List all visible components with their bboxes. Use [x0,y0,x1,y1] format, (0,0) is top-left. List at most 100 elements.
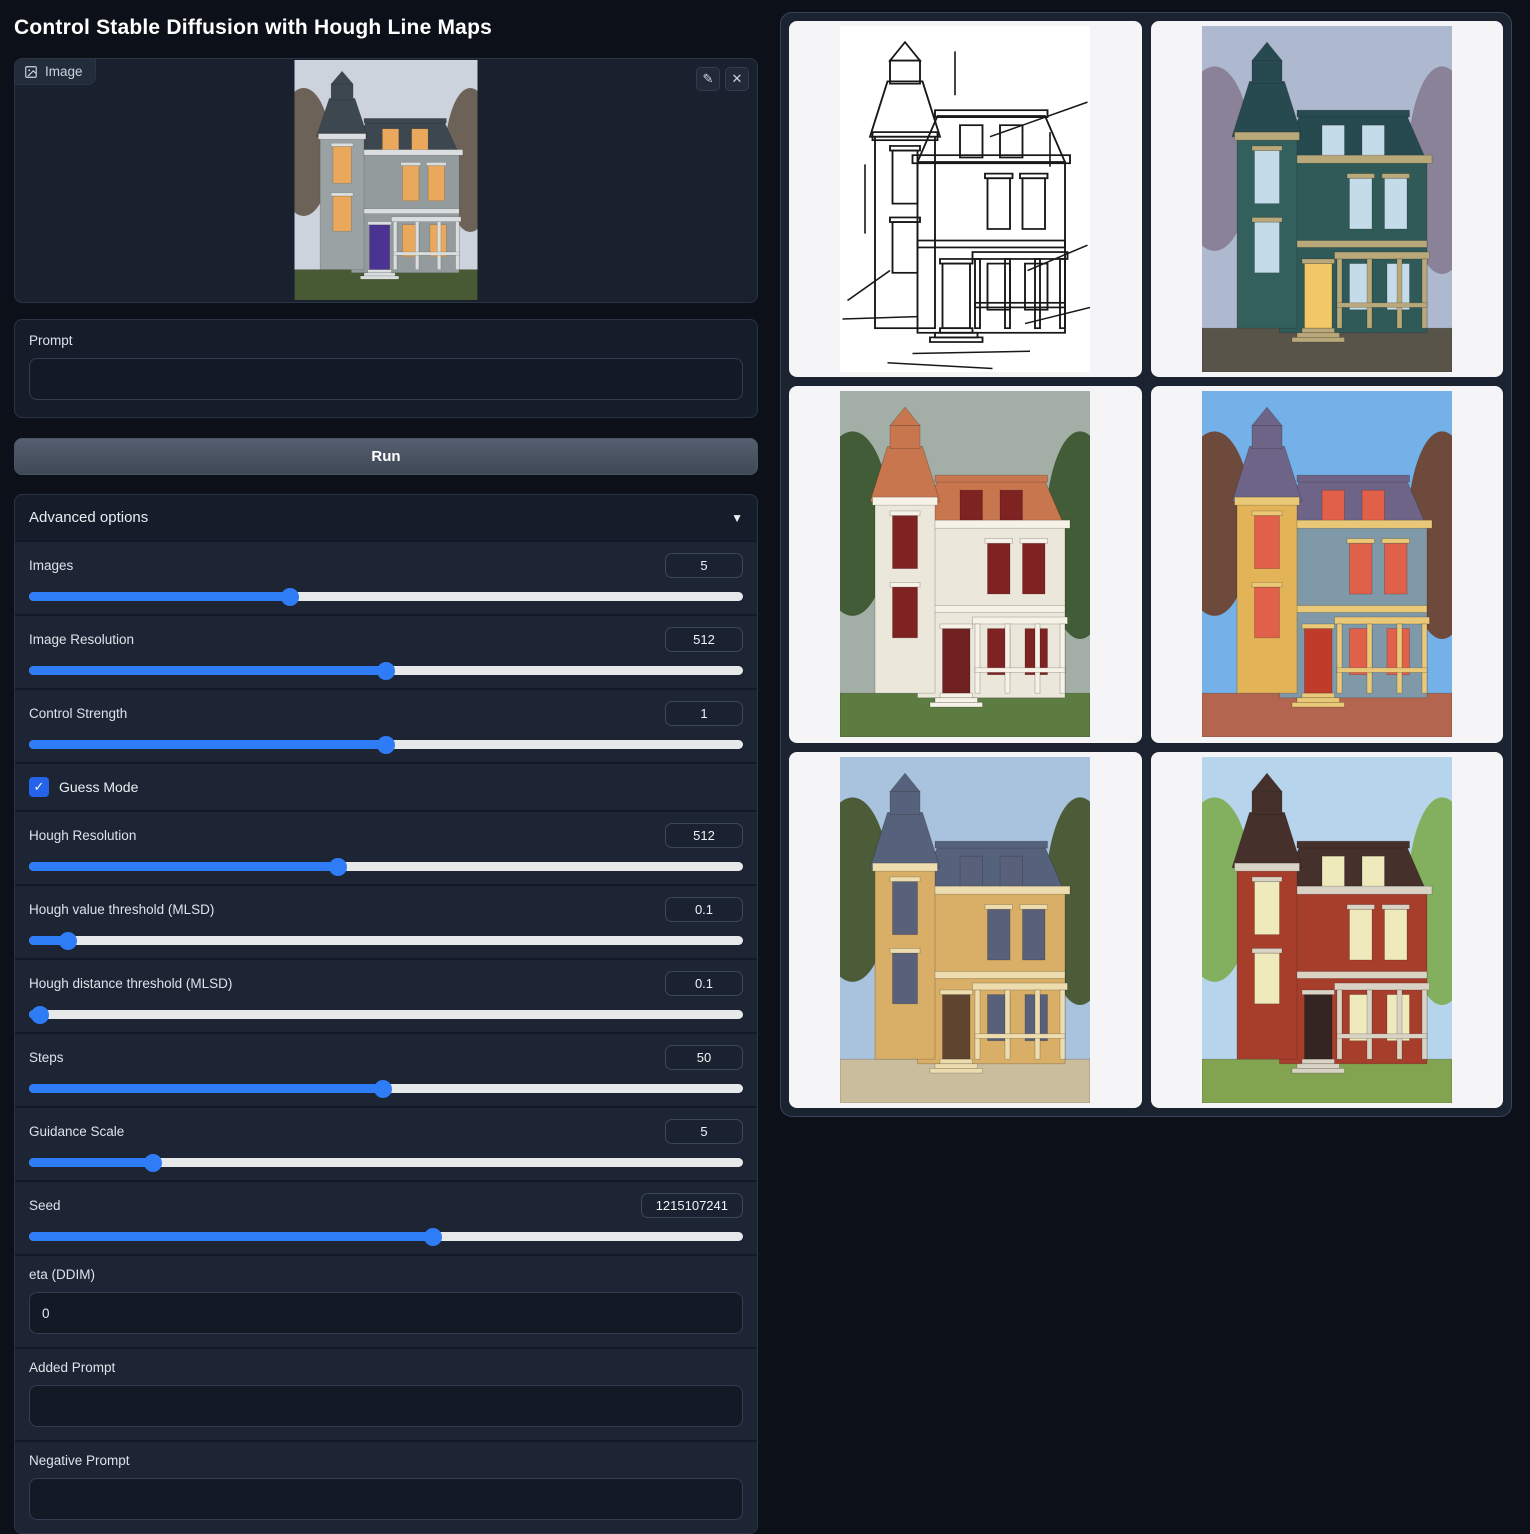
checkbox-row-guess-mode: ✓ Guess Mode [15,762,757,810]
textbox-label-eta-ddim: eta (DDIM) [29,1267,743,1282]
slider-value-control-strength[interactable]: 1 [665,701,743,726]
slider-row-seed: Seed 1215107241 [15,1180,757,1254]
slider-label-seed: Seed [29,1198,61,1213]
slider-track-images[interactable] [29,592,743,601]
run-button[interactable]: Run [14,438,758,475]
added-prompt-input[interactable] [29,1385,743,1427]
slider-fill [29,1158,153,1167]
textbox-row-added-prompt: Added Prompt [15,1347,757,1440]
slider-head: Seed 1215107241 [29,1193,743,1218]
slider-handle-control-strength[interactable] [377,736,395,754]
slider-row-hough-value-threshold-mlsd: Hough value threshold (MLSD) 0.1 [15,884,757,958]
slider-head: Images 5 [29,553,743,578]
slider-head: Image Resolution 512 [29,627,743,652]
slider-value-hough-distance-threshold-mlsd[interactable]: 0.1 [665,971,743,996]
slider-label-control-strength: Control Strength [29,706,127,721]
slider-head: Control Strength 1 [29,701,743,726]
slider-track-hough-value-threshold-mlsd[interactable] [29,936,743,945]
slider-handle-image-resolution[interactable] [377,662,395,680]
slider-handle-guidance-scale[interactable] [144,1154,162,1172]
prompt-panel: Prompt [14,319,758,418]
slider-label-images: Images [29,558,73,573]
negative-prompt-input[interactable] [29,1478,743,1520]
textbox-label-added-prompt: Added Prompt [29,1360,743,1375]
page-title: Control Stable Diffusion with Hough Line… [14,16,758,40]
slider-row-image-resolution: Image Resolution 512 [15,614,757,688]
slider-value-hough-value-threshold-mlsd[interactable]: 0.1 [665,897,743,922]
guess-mode-checkbox[interactable]: ✓ [29,777,49,797]
slider-row-guidance-scale: Guidance Scale 5 [15,1106,757,1180]
pencil-icon: ✎ [703,71,714,87]
image-icon [24,65,38,79]
slider-label-hough-resolution: Hough Resolution [29,828,136,843]
gallery-item-white-house[interactable] [789,386,1142,742]
close-icon: ✕ [732,71,743,87]
slider-row-control-strength: Control Strength 1 [15,688,757,762]
advanced-rows: Images 5 Image Resolution 512 Control Streng… [15,540,757,1533]
slider-value-seed[interactable]: 1215107241 [641,1193,743,1218]
slider-head: Hough distance threshold (MLSD) 0.1 [29,971,743,996]
eta-ddim-input[interactable] [29,1292,743,1334]
app-root: Control Stable Diffusion with Hough Line… [0,0,1530,1534]
slider-handle-steps[interactable] [374,1080,392,1098]
advanced-options-panel: Advanced options ▼ Images 5 Image Resoluti… [14,494,758,1534]
slider-label-image-resolution: Image Resolution [29,632,134,647]
clear-image-button[interactable]: ✕ [725,67,749,91]
slider-handle-hough-resolution[interactable] [329,858,347,876]
slider-head: Guidance Scale 5 [29,1119,743,1144]
slider-fill [29,1232,433,1241]
textbox-row-eta-ddim: eta (DDIM) [15,1254,757,1347]
slider-value-guidance-scale[interactable]: 5 [665,1119,743,1144]
slider-value-steps[interactable]: 50 [665,1045,743,1070]
slider-track-hough-distance-threshold-mlsd[interactable] [29,1010,743,1019]
slider-head: Hough value threshold (MLSD) 0.1 [29,897,743,922]
gallery-item-red-house[interactable] [1151,752,1504,1108]
checkmark-icon: ✓ [34,779,45,795]
slider-handle-seed[interactable] [424,1228,442,1246]
chevron-down-icon: ▼ [731,511,743,525]
slider-fill [29,740,386,749]
image-actions: ✎ ✕ [696,67,749,91]
slider-track-steps[interactable] [29,1084,743,1093]
textbox-row-negative-prompt: Negative Prompt [15,1440,757,1533]
slider-track-hough-resolution[interactable] [29,862,743,871]
slider-row-hough-resolution: Hough Resolution 512 [15,810,757,884]
slider-track-seed[interactable] [29,1232,743,1241]
advanced-options-title: Advanced options [29,509,148,526]
slider-track-image-resolution[interactable] [29,666,743,675]
slider-handle-hough-distance-threshold-mlsd[interactable] [31,1006,49,1024]
gallery-item-teal-house[interactable] [1151,21,1504,377]
gallery-item-hough-line-map[interactable] [789,21,1142,377]
slider-fill [29,1084,383,1093]
prompt-input[interactable] [29,358,743,400]
image-label-text: Image [45,64,83,79]
slider-label-steps: Steps [29,1050,64,1065]
edit-image-button[interactable]: ✎ [696,67,720,91]
advanced-options-accordion[interactable]: Advanced options ▼ [15,495,757,540]
slider-track-guidance-scale[interactable] [29,1158,743,1167]
image-component-label: Image [15,59,96,85]
slider-value-images[interactable]: 5 [665,553,743,578]
slider-label-hough-distance-threshold-mlsd: Hough distance threshold (MLSD) [29,976,232,991]
slider-fill [29,592,290,601]
gallery-item-yellow-house[interactable] [1151,386,1504,742]
slider-label-guidance-scale: Guidance Scale [29,1124,124,1139]
slider-head: Hough Resolution 512 [29,823,743,848]
slider-handle-hough-value-threshold-mlsd[interactable] [59,932,77,950]
slider-label-hough-value-threshold-mlsd: Hough value threshold (MLSD) [29,902,214,917]
prompt-label: Prompt [29,333,743,348]
input-image-panel: Image ✎ ✕ [14,58,758,303]
slider-value-image-resolution[interactable]: 512 [665,627,743,652]
slider-fill [29,666,386,675]
gallery-item-tan-house[interactable] [789,752,1142,1108]
input-image-preview[interactable] [295,60,478,300]
slider-track-control-strength[interactable] [29,740,743,749]
slider-row-steps: Steps 50 [15,1032,757,1106]
right-column [780,12,1512,1534]
slider-fill [29,862,338,871]
slider-handle-images[interactable] [281,588,299,606]
slider-value-hough-resolution[interactable]: 512 [665,823,743,848]
textbox-label-negative-prompt: Negative Prompt [29,1453,743,1468]
checkbox-label-guess-mode: Guess Mode [59,779,138,795]
left-column: Control Stable Diffusion with Hough Line… [14,12,758,1534]
